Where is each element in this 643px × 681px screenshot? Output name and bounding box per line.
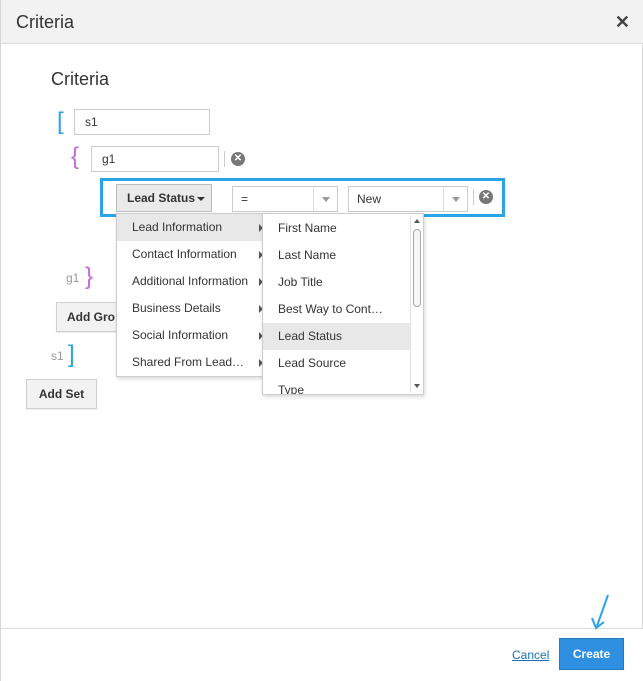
create-button[interactable]: Create xyxy=(559,638,624,670)
menu-item-lead-information[interactable]: Lead Information xyxy=(117,214,265,241)
separator xyxy=(473,189,474,205)
set-name-input[interactable]: s1 xyxy=(74,109,210,135)
remove-group-icon[interactable]: ✕ xyxy=(231,152,245,166)
group-end-label: g1 xyxy=(66,271,80,285)
set-close-bracket: ] xyxy=(68,341,75,368)
field-dropdown-button[interactable]: Lead Status xyxy=(116,184,212,212)
criteria-dialog: Criteria ✕ Criteria [ s1 { g1 ✕ Lead Sta… xyxy=(0,0,643,681)
menu-item-social-information[interactable]: Social Information xyxy=(117,322,265,349)
set-open-bracket: [ xyxy=(57,108,64,135)
menu-item-label: Lead Information xyxy=(132,220,223,234)
menu-item-lead-status[interactable]: Lead Status xyxy=(263,323,410,350)
section-title: Criteria xyxy=(51,69,110,89)
menu-item-label: Additional Information xyxy=(132,274,249,288)
menu-item-lead-source[interactable]: Lead Source xyxy=(263,350,410,377)
caret-down-icon xyxy=(197,197,205,201)
remove-rule-icon[interactable]: ✕ xyxy=(479,190,493,204)
menu-item-business-details[interactable]: Business Details xyxy=(117,295,265,322)
value-select[interactable]: New xyxy=(348,186,468,212)
menu-item-contact-information[interactable]: Contact Information xyxy=(117,241,265,268)
category-menu: Lead Information Contact Information Add… xyxy=(116,213,266,377)
dropdown-arrow-icon xyxy=(443,187,467,211)
arrow-pointer-icon xyxy=(591,594,609,630)
group-name-input[interactable]: g1 xyxy=(91,146,219,172)
scroll-down-icon[interactable] xyxy=(414,384,420,388)
scroll-up-icon[interactable] xyxy=(414,219,420,223)
set-end-label: s1 xyxy=(51,349,64,363)
separator xyxy=(224,151,225,167)
menu-item-first-name[interactable]: First Name xyxy=(263,215,410,242)
menu-item-additional-information[interactable]: Additional Information xyxy=(117,268,265,295)
menu-item-job-title[interactable]: Job Title xyxy=(263,269,410,296)
menu-item-best-way-to-contact[interactable]: Best Way to Cont… xyxy=(263,296,410,323)
dialog-header: Criteria ✕ xyxy=(1,0,643,44)
menu-item-label: Business Details xyxy=(132,301,221,315)
field-menu-scrollbar[interactable] xyxy=(410,215,422,393)
menu-item-label: Social Information xyxy=(132,328,229,342)
dropdown-arrow-icon xyxy=(313,187,337,211)
menu-item-label: Shared From Lead… xyxy=(132,355,245,369)
dialog-title: Criteria xyxy=(16,12,75,32)
menu-item-type[interactable]: Type xyxy=(263,377,410,394)
close-icon[interactable]: ✕ xyxy=(615,12,630,32)
operator-select[interactable]: = xyxy=(232,186,338,212)
operator-value: = xyxy=(241,192,249,206)
add-set-button[interactable]: Add Set xyxy=(26,379,97,409)
cancel-link[interactable]: Cancel xyxy=(512,648,549,662)
scroll-thumb[interactable] xyxy=(413,229,421,307)
menu-item-last-name[interactable]: Last Name xyxy=(263,242,410,269)
menu-item-shared-from-lead[interactable]: Shared From Lead… xyxy=(117,349,265,376)
group-open-bracket: { xyxy=(71,143,80,170)
value-value: New xyxy=(357,192,382,206)
group-close-bracket: } xyxy=(85,263,94,290)
field-dropdown-label: Lead Status xyxy=(127,191,196,205)
menu-item-label: Contact Information xyxy=(132,247,237,261)
field-menu: First Name Last Name Job Title Best Way … xyxy=(262,213,424,395)
